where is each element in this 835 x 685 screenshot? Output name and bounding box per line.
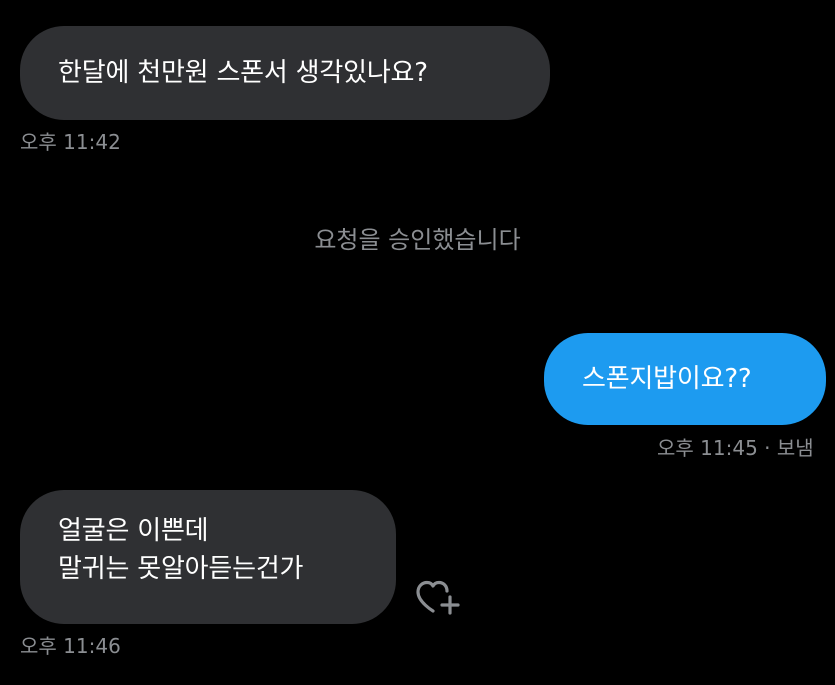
message-timestamp-sent: 오후 11:45 · 보냄 xyxy=(657,436,814,460)
outgoing-message-bubble[interactable]: 스폰지밥이요?? xyxy=(544,333,826,425)
incoming-message-bubble[interactable]: 한달에 천만원 스폰서 생각있나요? xyxy=(20,26,550,120)
chat-screen: 한달에 천만원 스폰서 생각있나요? 오후 11:42 요청을 승인했습니다 스… xyxy=(0,0,835,685)
incoming-message-bubble[interactable]: 얼굴은 이쁜데 말귀는 못알아듣는건가 xyxy=(20,490,396,624)
message-timestamp: 오후 11:46 xyxy=(20,634,121,658)
message-timestamp: 오후 11:42 xyxy=(20,130,121,154)
add-reaction-button[interactable] xyxy=(414,578,464,618)
message-text-line-1: 얼굴은 이쁜데 xyxy=(58,516,209,546)
heart-plus-icon xyxy=(416,580,460,615)
system-notice: 요청을 승인했습니다 xyxy=(314,226,521,254)
message-text: 스폰지밥이요?? xyxy=(582,364,752,394)
message-text-line-2: 말귀는 못알아듣는건가 xyxy=(58,554,304,584)
message-text: 한달에 천만원 스폰서 생각있나요? xyxy=(58,58,428,88)
